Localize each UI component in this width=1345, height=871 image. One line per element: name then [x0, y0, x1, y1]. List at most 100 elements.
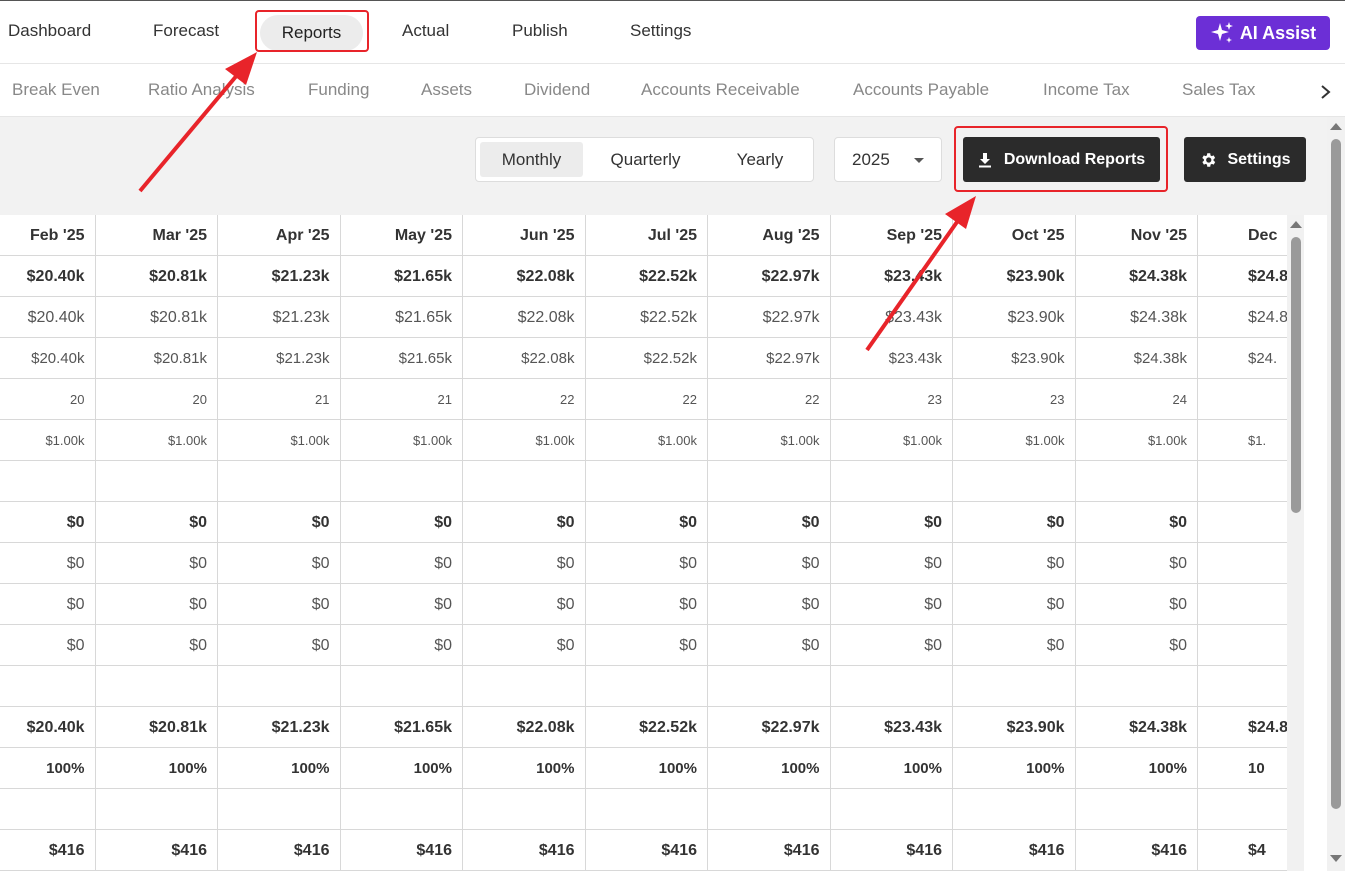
column-header[interactable]: Jun '25 — [463, 215, 586, 256]
column-header[interactable]: Oct '25 — [953, 215, 1076, 256]
table-vertical-scrollbar[interactable] — [1287, 215, 1304, 871]
table-cell: $23.90k — [953, 338, 1076, 379]
period-selector: Monthly Quarterly Yearly — [475, 137, 814, 182]
nav-forecast[interactable]: Forecast — [153, 21, 219, 41]
table-cell: $21.23k — [218, 297, 341, 338]
report-table: Feb '25 Mar '25 Apr '25 May '25 Jun '25 Jul '… — [0, 215, 1287, 871]
download-highlight-box — [954, 126, 1168, 192]
table-cell — [708, 666, 831, 707]
page-scrollbar-thumb[interactable] — [1331, 139, 1341, 809]
column-header[interactable]: Jul '25 — [586, 215, 708, 256]
table-row: $1.00k $1.00k $1.00k $1.00k $1.00k $1.00k $1.0… — [0, 420, 1287, 461]
subnav-assets[interactable]: Assets — [421, 80, 472, 100]
column-header[interactable]: May '25 — [341, 215, 463, 256]
subnav-ratio-analysis[interactable]: Ratio Analysis — [148, 80, 255, 100]
column-header[interactable]: Sep '25 — [831, 215, 953, 256]
table-cell — [953, 666, 1076, 707]
table-cell — [708, 789, 831, 830]
subnav-break-even[interactable]: Break Even — [12, 80, 100, 100]
table-cell — [953, 789, 1076, 830]
table-cell: $23.43k — [831, 256, 953, 297]
column-header[interactable]: Mar '25 — [96, 215, 218, 256]
table-cell: $0 — [96, 502, 218, 543]
table-cell: $24.8 — [1198, 256, 1287, 297]
column-header[interactable]: Nov '25 — [1076, 215, 1198, 256]
table-cell: $0 — [218, 584, 341, 625]
table-cell: $24.38k — [1076, 256, 1198, 297]
table-cell: $24.38k — [1076, 707, 1198, 748]
table-cell — [1076, 789, 1198, 830]
subnav-funding[interactable]: Funding — [308, 80, 369, 100]
subnav-accounts-receivable[interactable]: Accounts Receivable — [641, 80, 800, 100]
column-header[interactable]: Aug '25 — [708, 215, 831, 256]
table-cell: 21 — [341, 379, 463, 420]
table-cell: $21.23k — [218, 338, 341, 379]
subnav-accounts-payable[interactable]: Accounts Payable — [853, 80, 989, 100]
table-cell: $416 — [708, 830, 831, 871]
table-cell: $0 — [0, 543, 96, 584]
page-scroll-down-arrow-icon[interactable] — [1330, 855, 1342, 862]
column-header[interactable]: Apr '25 — [218, 215, 341, 256]
table-cell: $22.08k — [463, 707, 586, 748]
period-quarterly[interactable]: Quarterly — [598, 138, 693, 181]
table-cell: 100% — [586, 748, 708, 789]
nav-publish[interactable]: Publish — [512, 21, 568, 41]
page-vertical-scrollbar[interactable] — [1327, 117, 1345, 871]
table-cell: $0 — [953, 543, 1076, 584]
table-cell — [341, 461, 463, 502]
subnav-dividend[interactable]: Dividend — [524, 80, 590, 100]
table-cell: 100% — [218, 748, 341, 789]
table-cell: $0 — [953, 625, 1076, 666]
table-cell — [708, 461, 831, 502]
subnav-income-tax[interactable]: Income Tax — [1043, 80, 1130, 100]
table-cell: 22 — [708, 379, 831, 420]
table-cell: $0 — [463, 625, 586, 666]
table-cell — [0, 461, 96, 502]
table-cell — [1198, 584, 1287, 625]
table-cell: $22.52k — [586, 707, 708, 748]
chevron-right-icon[interactable] — [1316, 80, 1336, 104]
column-header[interactable]: Feb '25 — [0, 215, 96, 256]
table-scrollbar-thumb[interactable] — [1291, 237, 1301, 513]
table-cell: $22.52k — [586, 297, 708, 338]
period-monthly[interactable]: Monthly — [480, 142, 583, 177]
table-cell — [831, 666, 953, 707]
nav-dashboard[interactable]: Dashboard — [8, 21, 91, 41]
table-cell: $416 — [831, 830, 953, 871]
table-settings-button[interactable]: Settings — [1184, 137, 1306, 182]
table-cell — [1198, 502, 1287, 543]
year-value: 2025 — [852, 149, 890, 169]
report-toolbar: Monthly Quarterly Yearly 2025 Download R… — [0, 117, 1327, 215]
year-select[interactable]: 2025 — [834, 137, 942, 182]
table-cell: $22.52k — [586, 256, 708, 297]
table-cell: $416 — [0, 830, 96, 871]
column-header[interactable]: Dec — [1198, 215, 1287, 256]
period-yearly[interactable]: Yearly — [716, 138, 804, 181]
table-cell — [0, 666, 96, 707]
subnav-sales-tax[interactable]: Sales Tax — [1182, 80, 1255, 100]
nav-settings[interactable]: Settings — [630, 21, 691, 41]
table-cell: $0 — [831, 543, 953, 584]
table-cell: $416 — [586, 830, 708, 871]
table-cell — [1198, 379, 1287, 420]
table-cell: $416 — [341, 830, 463, 871]
table-cell: $0 — [463, 543, 586, 584]
table-cell: 100% — [463, 748, 586, 789]
page-scroll-up-arrow-icon[interactable] — [1330, 123, 1342, 130]
table-cell: $22.97k — [708, 338, 831, 379]
table-cell: $23.43k — [831, 297, 953, 338]
table-cell: $24.8 — [1198, 297, 1287, 338]
table-row — [0, 666, 1287, 707]
table-cell: $24.38k — [1076, 297, 1198, 338]
table-cell: $22.08k — [463, 297, 586, 338]
table-cell: $23.90k — [953, 707, 1076, 748]
scroll-up-arrow-icon[interactable] — [1290, 221, 1302, 228]
table-cell: $21.23k — [218, 707, 341, 748]
table-cell: $21.65k — [341, 707, 463, 748]
ai-assist-button[interactable]: AI Assist — [1196, 16, 1330, 50]
table-cell: $0 — [1076, 543, 1198, 584]
table-row: $20.40k $20.81k $21.23k $21.65k $22.08k $22.5… — [0, 338, 1287, 379]
nav-actual[interactable]: Actual — [402, 21, 449, 41]
table-cell: $1.00k — [96, 420, 218, 461]
top-navigation: Dashboard Forecast Reports Actual Publis… — [0, 0, 1345, 64]
